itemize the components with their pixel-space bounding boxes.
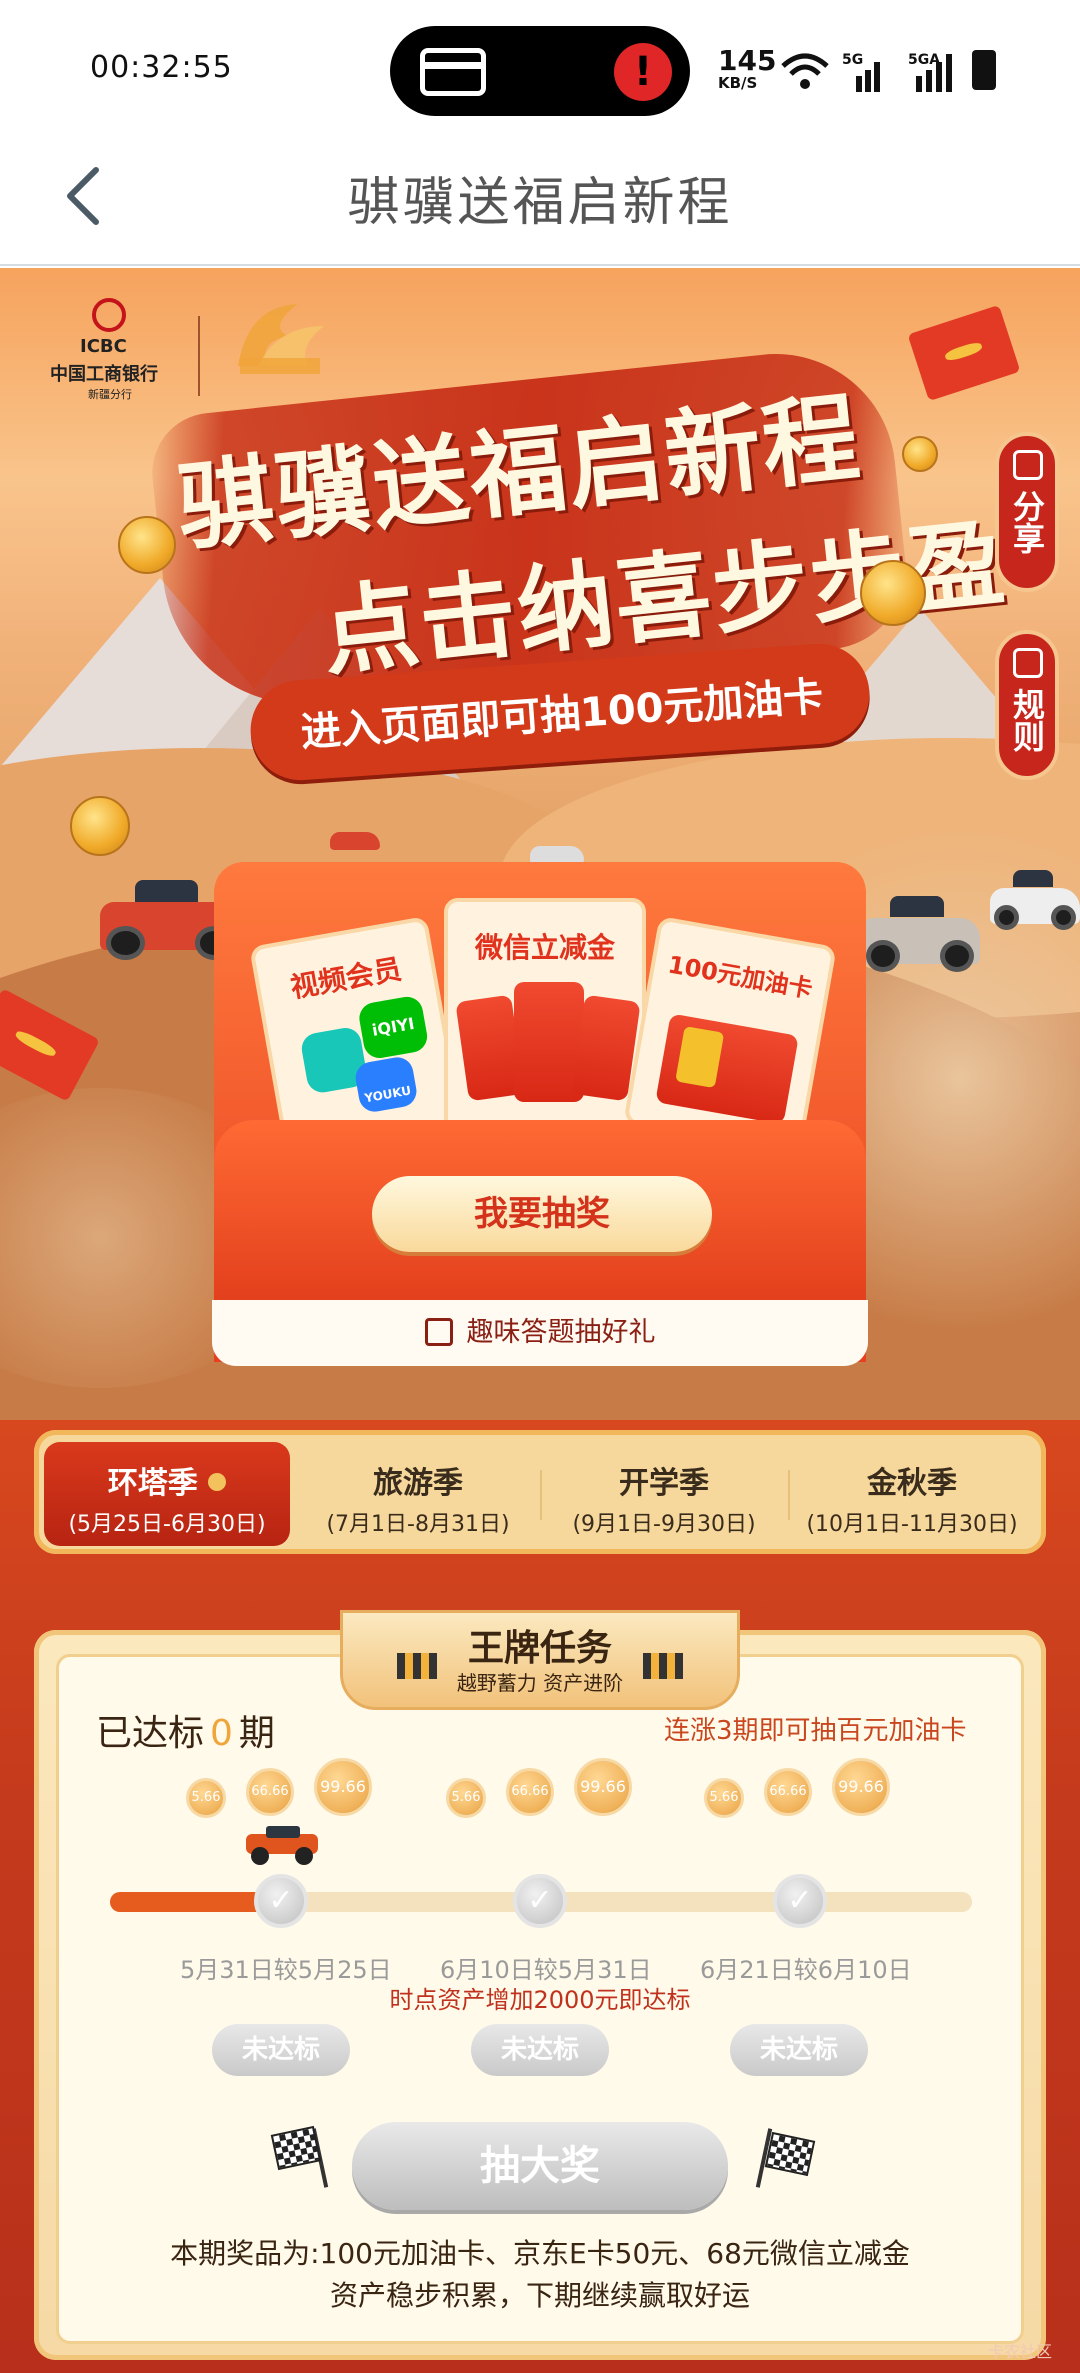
checkered-flag-icon [643, 1653, 683, 1679]
reward-coin: 99.66 [574, 1758, 632, 1816]
checkered-flag-icon [397, 1653, 437, 1679]
signal-5ga-icon: 5GA [908, 52, 952, 92]
network-speed: 145 KB/S [718, 44, 777, 93]
document-icon [1013, 648, 1043, 678]
checkpoint-icon: ✓ [513, 1874, 567, 1928]
alert-icon: ! [614, 43, 672, 101]
bank-name: 中国工商银行 [50, 364, 158, 385]
quiz-link[interactable]: 趣味答题抽好礼 [212, 1300, 868, 1366]
svg-text:5GA: 5GA [908, 52, 940, 68]
iqiyi-icon: iQIYI [356, 994, 430, 1061]
watermark: 卡农社区 [988, 2342, 1053, 2361]
share-button[interactable]: 分享 [995, 432, 1059, 592]
battery-icon [972, 50, 996, 90]
icbc-logo-icon [92, 298, 126, 332]
wechat-coupon-ticket: 微信立减金 [444, 898, 646, 1134]
dynamic-island: ! [390, 26, 690, 116]
rally-car-distant-1 [330, 826, 380, 856]
status-time: 00:32:55 [90, 50, 233, 85]
checkpoint-icon: ✓ [254, 1874, 308, 1928]
achieved-count: 已达标 0 期 [96, 1713, 275, 1754]
prize-note: 本期奖品为:100元加油卡、京东E卡50元、68元微信立减金 [170, 2237, 910, 2270]
checkpoint-icon: ✓ [773, 1874, 827, 1928]
reward-coin: 5.66 [446, 1778, 486, 1818]
svg-text:5G: 5G [842, 52, 863, 68]
reward-coin: 99.66 [314, 1758, 372, 1816]
bank-english-name: ICBC [80, 336, 127, 357]
bank-branch: 新疆分行 [88, 388, 132, 401]
fuel-card-ticket: 100元加油卡 [623, 915, 837, 1155]
coin-icon [208, 1473, 227, 1491]
reward-coin: 66.66 [246, 1768, 294, 1816]
reward-coin: 66.66 [764, 1768, 812, 1816]
stage-status-3: 未达标 [730, 2024, 868, 2076]
tab-season-2[interactable]: 旅游季 (7月1日-8月31日) [295, 1442, 541, 1546]
rally-car-far [990, 870, 1080, 930]
prize-note-secondary: 资产稳步积累，下期继续赢取好运 [329, 2279, 750, 2312]
tab-season-3[interactable]: 开学季 (9月1日-9月30日) [541, 1442, 787, 1546]
jeep-icon [246, 1826, 318, 1865]
reward-coin: 5.66 [186, 1778, 226, 1818]
gold-coin-decor [70, 796, 130, 856]
wifi-icon [781, 53, 829, 89]
external-link-icon [424, 1318, 453, 1346]
gold-coin-decor [118, 516, 176, 574]
share-icon [1013, 450, 1043, 480]
rally-emblem-logo [238, 304, 324, 374]
gold-coin-decor [902, 436, 938, 472]
reward-coin: 99.66 [832, 1758, 890, 1816]
tab-season-4[interactable]: 金秋季 (10月1日-11月30日) [789, 1442, 1035, 1546]
draw-lottery-button[interactable]: 我要抽奖 [372, 1176, 712, 1252]
stage-status-2: 未达标 [471, 2024, 609, 2076]
qualify-condition: 时点资产增加2000元即达标 [389, 1986, 691, 2014]
page-title: 骐骥送福启新程 [347, 173, 733, 233]
youku-icon: YOUKU [353, 1054, 419, 1115]
rally-car-right [860, 896, 980, 972]
signal-5g-icon: 5G [842, 52, 880, 92]
video-member-ticket: 视频会员 iQIYI YOUKU [249, 915, 463, 1155]
bonus-tip: 连涨3期即可抽百元加油卡 [664, 1716, 967, 1746]
gold-coin-decor [860, 560, 926, 626]
tab-season-1[interactable]: 环塔季 (5月25日-6月30日) [44, 1442, 290, 1546]
logo-divider [198, 316, 200, 396]
reward-coin: 5.66 [704, 1778, 744, 1818]
rules-button[interactable]: 规则 [995, 630, 1059, 780]
stage-status-1: 未达标 [212, 2024, 350, 2076]
card-shield-icon [420, 48, 486, 96]
ace-task-header: 王牌任务 越野蓄力 资产进阶 [340, 1610, 740, 1710]
reward-coin: 66.66 [506, 1768, 554, 1816]
grand-prize-button[interactable]: 抽大奖 [352, 2122, 728, 2210]
